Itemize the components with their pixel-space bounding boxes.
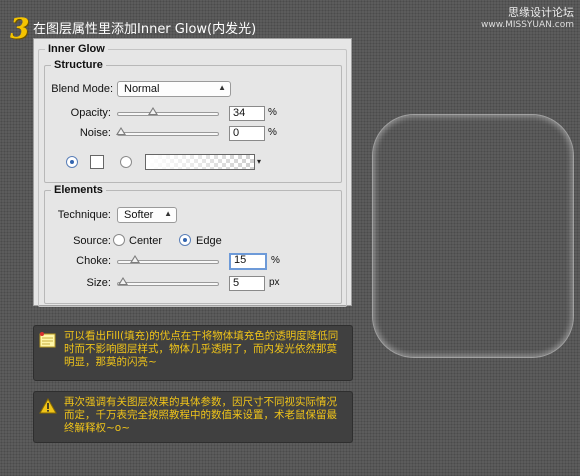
warning-icon — [39, 398, 57, 414]
elements-group: Elements Technique: Softer ▲ Source: Cen… — [44, 184, 342, 304]
choke-field[interactable]: 15 — [229, 253, 267, 270]
opacity-field[interactable]: 34 — [229, 106, 265, 121]
size-unit: px — [269, 277, 280, 288]
choke-slider-thumb[interactable] — [130, 255, 141, 263]
technique-label: Technique: — [57, 209, 111, 221]
opacity-unit: % — [268, 107, 277, 118]
choke-label: Choke: — [76, 255, 111, 267]
source-edge-label: Edge — [196, 235, 222, 247]
noise-label: Noise: — [79, 127, 111, 139]
info-note: 可以看出Fill(填充)的优点在于将物体填充色的透明度降低同时而不影响图层样式，… — [33, 325, 353, 381]
step-number: 3 — [10, 12, 30, 45]
watermark: 思缘设计论坛 www.MISSYUAN.com — [481, 6, 574, 32]
step-title: 在图层属性里添加Inner Glow(内发光) — [33, 22, 257, 37]
elements-title: Elements — [51, 184, 106, 196]
warning-note: 再次强调有关图层效果的具体参数，因尺寸不同视实际情况而定，千万表完全按照教程中的… — [33, 391, 353, 443]
source-label: Source: — [73, 235, 111, 247]
size-field[interactable]: 5 — [229, 276, 265, 291]
choke-slider[interactable] — [117, 255, 219, 264]
technique-dropdown[interactable]: Softer ▲ — [117, 207, 177, 223]
info-note-text: 可以看出Fill(填充)的优点在于将物体填充色的透明度降低同时而不影响图层样式，… — [64, 330, 339, 368]
gradient-radio[interactable] — [120, 156, 132, 168]
noise-unit: % — [268, 127, 277, 138]
technique-value: Softer — [124, 209, 154, 221]
inner-glow-group: Inner Glow Structure Blend Mode: Normal … — [38, 43, 347, 307]
noise-field[interactable]: 0 — [229, 126, 265, 141]
size-label: Size: — [86, 277, 111, 289]
dropdown-arrows-icon: ▲ — [218, 83, 226, 92]
opacity-label: Opacity: — [70, 107, 111, 119]
warning-note-text: 再次强调有关图层效果的具体参数，因尺寸不同视实际情况而定，千万表完全按照教程中的… — [64, 396, 337, 434]
size-slider-thumb[interactable] — [117, 277, 128, 285]
watermark-site-name: 思缘设计论坛 — [508, 6, 574, 19]
gradient-dropdown-icon[interactable]: ▾ — [255, 154, 263, 170]
noise-slider-thumb[interactable] — [116, 127, 126, 135]
source-edge-radio[interactable] — [179, 234, 191, 246]
structure-group: Structure Blend Mode: Normal ▲ Opacity: … — [44, 59, 342, 183]
opacity-slider[interactable] — [117, 107, 219, 116]
blend-mode-dropdown[interactable]: Normal ▲ — [117, 81, 231, 97]
solid-color-radio[interactable] — [66, 156, 78, 168]
size-slider[interactable] — [117, 277, 219, 286]
noise-slider[interactable] — [116, 127, 219, 136]
glow-color-swatch[interactable] — [90, 155, 104, 169]
opacity-slider-thumb[interactable] — [147, 107, 158, 115]
inner-glow-preview-shape — [372, 114, 574, 358]
source-center-label: Center — [129, 235, 163, 247]
note-icon — [39, 332, 56, 348]
structure-title: Structure — [51, 59, 106, 71]
dropdown-arrows-icon: ▲ — [164, 209, 172, 218]
choke-unit: % — [271, 255, 280, 266]
blend-mode-value: Normal — [124, 83, 160, 95]
inner-glow-panel: Inner Glow Structure Blend Mode: Normal … — [33, 38, 352, 307]
inner-glow-title: Inner Glow — [45, 43, 108, 55]
blend-mode-label: Blend Mode: — [51, 83, 113, 95]
watermark-url: www.MISSYUAN.com — [480, 20, 574, 30]
gradient-preview[interactable] — [145, 154, 255, 170]
source-center-radio[interactable] — [113, 234, 125, 246]
